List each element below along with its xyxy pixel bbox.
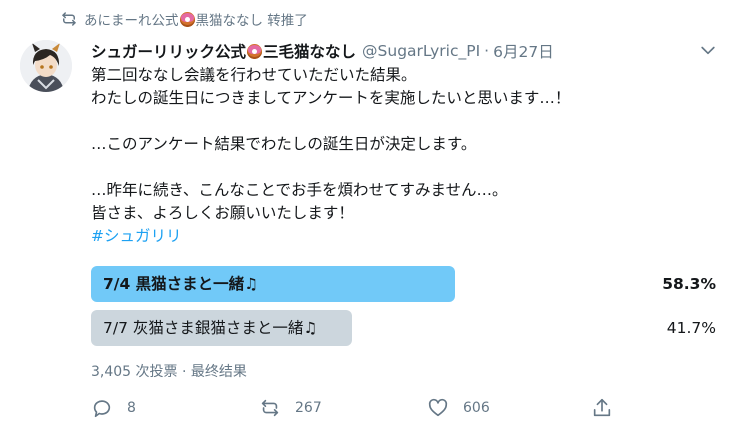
share-icon bbox=[593, 398, 611, 417]
like-count: 606 bbox=[463, 400, 490, 416]
reply-button[interactable]: 8 bbox=[91, 394, 136, 422]
retweet-context[interactable]: あにまーれ公式 黒猫ななし 转推了 bbox=[60, 8, 308, 30]
poll-option-label: 7/4 黒猫さまと一緒♫ bbox=[103, 275, 259, 293]
poll-option-percent: 41.7% bbox=[666, 319, 716, 337]
tweet-actions: 8 267 606 bbox=[91, 394, 621, 422]
user-handle[interactable]: @SugarLyric_PI bbox=[362, 42, 480, 60]
share-button[interactable] bbox=[591, 394, 627, 422]
tweet-line: 第二回ななし会議を行わせていただいた結果。 bbox=[91, 66, 417, 84]
tweet-line: わたしの誕生日につきましてアンケートを実施したいと思います…！ bbox=[91, 89, 571, 107]
retweet-button[interactable]: 267 bbox=[259, 394, 322, 422]
retweet-icon bbox=[261, 399, 279, 417]
donut-emoji-icon bbox=[247, 44, 263, 59]
avatar[interactable] bbox=[20, 40, 72, 92]
poll-option-label: 7/7 灰猫さま銀猫さまと一緒♫ bbox=[103, 319, 318, 337]
like-icon bbox=[428, 398, 448, 417]
reply-icon bbox=[93, 400, 111, 418]
like-button[interactable]: 606 bbox=[427, 394, 490, 422]
retweet-count: 267 bbox=[295, 400, 322, 416]
tweet-header: シュガーリリック公式 三毛猫ななし @SugarLyric_PI · 6月27日 bbox=[91, 39, 554, 63]
tweet-date[interactable]: 6月27日 bbox=[493, 40, 554, 62]
tweet-line: …このアンケート結果でわたしの誕生日が決定します。 bbox=[91, 135, 477, 153]
display-name-suffix: 三毛猫ななし bbox=[263, 43, 357, 61]
donut-emoji-icon bbox=[179, 11, 195, 27]
poll-option-2: 7/7 灰猫さま銀猫さまと一緒♫ 41.7% bbox=[91, 310, 716, 346]
retweeter-name-prefix: あにまーれ公式 bbox=[84, 13, 179, 29]
display-name[interactable]: シュガーリリック公式 三毛猫ななし bbox=[91, 40, 356, 62]
tweet-line: …昨年に続き、こんなことでお手を煩わせてすみません…。 bbox=[91, 181, 508, 199]
poll-meta: 3,405 次投票 · 最终结果 bbox=[91, 364, 247, 380]
retweeter-name-suffix: 黒猫ななし 转推了 bbox=[195, 13, 308, 29]
reply-count: 8 bbox=[127, 400, 136, 416]
hashtag-link[interactable]: #シュガリリ bbox=[91, 225, 716, 248]
separator-dot: · bbox=[484, 42, 490, 60]
avatar-image bbox=[20, 40, 72, 92]
tweet-line: 皆さま、よろしくお願いいたします！ bbox=[91, 204, 354, 222]
tweet-text: 第二回ななし会議を行わせていただいた結果。 わたしの誕生日につきましてアンケート… bbox=[91, 64, 716, 248]
poll-option-percent: 58.3% bbox=[662, 275, 716, 293]
display-name-prefix: シュガーリリック公式 bbox=[91, 43, 247, 61]
chevron-down-icon[interactable] bbox=[698, 40, 718, 60]
retweet-icon bbox=[62, 12, 76, 26]
poll-option-1: 7/4 黒猫さまと一緒♫ 58.3% bbox=[91, 266, 716, 302]
